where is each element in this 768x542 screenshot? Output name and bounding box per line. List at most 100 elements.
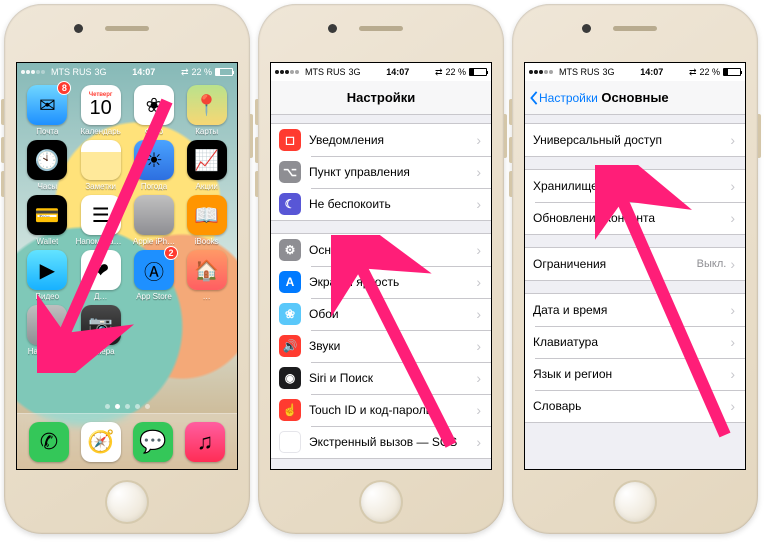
app-label: Заметки (85, 182, 116, 191)
app-Погода[interactable]: ☀Погода (130, 140, 179, 191)
app-Настройки[interactable]: ⚙Настройки (23, 305, 72, 356)
app-label: Погода (141, 182, 167, 191)
app-label: Wallet (36, 237, 58, 246)
signal-icon (21, 70, 45, 74)
app-Календарь[interactable]: Четверг10Календарь (76, 85, 126, 136)
settings-row[interactable]: ⌥Пункт управления› (271, 156, 491, 188)
app-label: Камера (87, 347, 115, 356)
settings-row[interactable]: Универсальный доступ› (525, 124, 745, 156)
settings-row[interactable]: 🔊 Звуки› (271, 330, 491, 362)
app-Часы[interactable]: 🕙Часы (23, 140, 72, 191)
row-icon: ⌥ (279, 161, 301, 183)
chevron-right-icon: › (730, 178, 735, 194)
app-label: Почта (36, 127, 58, 136)
dock: ✆ 🧭 💬 ♫ (17, 413, 237, 469)
page-indicator[interactable] (17, 404, 237, 409)
settings-row[interactable]: Дата и время› (525, 294, 745, 326)
dock-app-Сообщения[interactable]: 💬 (133, 422, 173, 462)
chevron-right-icon: › (476, 338, 481, 354)
app-Заметки[interactable]: Заметки (76, 140, 126, 191)
battery-pct: 22 % (191, 67, 212, 77)
app-label: Часы (38, 182, 58, 191)
settings-row[interactable]: ◻Уведомления› (271, 124, 491, 156)
app-label: iBooks (195, 237, 219, 246)
chevron-right-icon: › (730, 210, 735, 226)
home-button[interactable] (613, 480, 657, 524)
row-label: Основные (309, 243, 476, 257)
app-label: Фото (145, 127, 163, 136)
chevron-right-icon: › (730, 398, 735, 414)
row-label: Клавиатура (533, 335, 730, 349)
status-bar: MTS RUS 3G 14:07 ⇄ 22 % (17, 63, 237, 81)
chevron-right-icon: › (476, 242, 481, 258)
chevron-right-icon: › (730, 302, 735, 318)
nav-title: Настройки (347, 90, 416, 105)
app-Камера[interactable]: 📷Камера (76, 305, 126, 356)
settings-row[interactable]: ⚙Основные› (271, 234, 491, 266)
app-Apple iPh…[interactable]: Apple iPh… (130, 195, 179, 246)
app-…[interactable]: 🏠… (182, 250, 231, 301)
row-label: Универсальный доступ (533, 133, 730, 147)
app-Д…[interactable]: ❤Д… (76, 250, 126, 301)
carrier-label: MTS RUS (51, 67, 92, 77)
settings-row[interactable]: Обновление контента› (525, 202, 745, 234)
app-Акции[interactable]: 📈Акции (182, 140, 231, 191)
row-label: Уведомления (309, 133, 476, 147)
dock-app-Safari[interactable]: 🧭 (81, 422, 121, 462)
settings-row[interactable]: ☾Не беспокоить› (271, 188, 491, 220)
app-Фото[interactable]: ❀Фото (130, 85, 179, 136)
settings-row[interactable]: Хранилище iPhone› (525, 170, 745, 202)
phone-home: MTS RUS 3G 14:07 ⇄ 22 % ✉8ПочтаЧетверг10… (4, 4, 250, 534)
home-button[interactable] (359, 480, 403, 524)
row-icon: ☾ (279, 193, 301, 215)
settings-row[interactable]: ❀ Обои› (271, 298, 491, 330)
row-label: Звуки (309, 339, 476, 353)
settings-row[interactable]: SOSЭкстренный вызов — SOS› (271, 426, 491, 458)
nav-title: Основные (601, 90, 668, 105)
app-App Store[interactable]: Ⓐ2App Store (130, 250, 179, 301)
dock-app-Музыка[interactable]: ♫ (185, 422, 225, 462)
phone-settings: MTS RUS 3G 14:07 ⇄22 % Настройки ◻Уведом… (258, 4, 504, 534)
home-button[interactable] (105, 480, 149, 524)
app-Карты[interactable]: 📍Карты (182, 85, 231, 136)
app-Напоминания[interactable]: ☰Напоминания (76, 195, 126, 246)
app-Почта[interactable]: ✉8Почта (23, 85, 72, 136)
app-label: Календарь (80, 127, 120, 136)
chevron-right-icon: › (476, 274, 481, 290)
row-label: Экстренный вызов — SOS (309, 435, 476, 449)
app-iBooks[interactable]: 📖iBooks (182, 195, 231, 246)
app-label: Акции (195, 182, 217, 191)
settings-row[interactable]: ☝Touch ID и код-пароль› (271, 394, 491, 426)
settings-row[interactable]: Язык и регион› (525, 358, 745, 390)
row-label: Не беспокоить (309, 197, 476, 211)
chevron-right-icon: › (476, 370, 481, 386)
dock-app-Телефон[interactable]: ✆ (29, 422, 69, 462)
row-label: Touch ID и код-пароль (309, 403, 476, 417)
app-Wallet[interactable]: 💳Wallet (23, 195, 72, 246)
row-label: Обои (309, 307, 476, 321)
battery-icon (215, 68, 233, 76)
badge: 8 (57, 81, 71, 95)
row-icon: ❀ (279, 303, 301, 325)
chevron-right-icon: › (476, 434, 481, 450)
app-Видео[interactable]: ▶Видео (23, 250, 72, 301)
chevron-right-icon: › (476, 402, 481, 418)
row-icon: 🔊 (279, 335, 301, 357)
row-value: Выкл. (697, 258, 727, 270)
app-label: … (203, 292, 211, 301)
settings-row[interactable]: AЭкран и яркость› (271, 266, 491, 298)
row-icon: ◉ (279, 367, 301, 389)
settings-row[interactable]: ◉Siri и Поиск› (271, 362, 491, 394)
settings-row[interactable]: ОграниченияВыкл.› (525, 248, 745, 280)
chevron-right-icon: › (476, 164, 481, 180)
settings-row[interactable]: Клавиатура› (525, 326, 745, 358)
settings-row[interactable]: Словарь› (525, 390, 745, 422)
signal-icon (275, 70, 299, 74)
back-button[interactable]: Настройки (529, 91, 598, 105)
chevron-right-icon: › (476, 306, 481, 322)
row-label: Дата и время (533, 303, 730, 317)
nav-bar: Настройки (271, 81, 491, 115)
app-label: Настройки (28, 347, 67, 356)
row-icon: A (279, 271, 301, 293)
row-label: Словарь (533, 399, 730, 413)
